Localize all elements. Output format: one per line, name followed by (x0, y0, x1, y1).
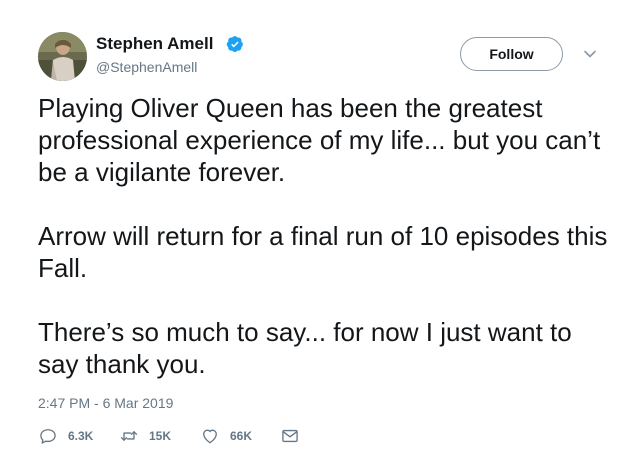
direct-message-button[interactable] (280, 426, 300, 446)
like-button[interactable]: 66K (200, 426, 252, 446)
tweet-paragraph: Playing Oliver Queen has been the greate… (38, 93, 601, 187)
reply-icon (40, 429, 56, 444)
follow-button[interactable]: Follow (460, 37, 563, 71)
reply-button[interactable]: 6.3K (38, 426, 93, 446)
like-count: 66K (230, 429, 253, 443)
display-name[interactable]: Stephen Amell (96, 34, 213, 54)
heart-icon (203, 429, 217, 444)
retweet-icon (120, 431, 138, 441)
tweet-text: Playing Oliver Queen has been the greate… (38, 92, 608, 380)
user-handle[interactable]: @StephenAmell (96, 59, 197, 75)
tweet-paragraph: There’s so much to say... for now I just… (38, 317, 572, 379)
envelope-icon (282, 429, 298, 443)
tweet-paragraph: Arrow will return for a final run of 10 … (38, 221, 608, 283)
avatar-image (38, 32, 87, 81)
reply-count: 6.3K (68, 429, 94, 443)
avatar[interactable] (38, 32, 87, 81)
retweet-button[interactable]: 15K (119, 426, 171, 446)
chevron-down-icon[interactable] (583, 49, 597, 59)
tweet-timestamp[interactable]: 2:47 PM - 6 Mar 2019 (38, 395, 173, 411)
retweet-count: 15K (149, 429, 172, 443)
tweet-card: Stephen Amell @StephenAmell Follow Playi… (0, 0, 638, 476)
verified-badge-icon (226, 36, 243, 53)
